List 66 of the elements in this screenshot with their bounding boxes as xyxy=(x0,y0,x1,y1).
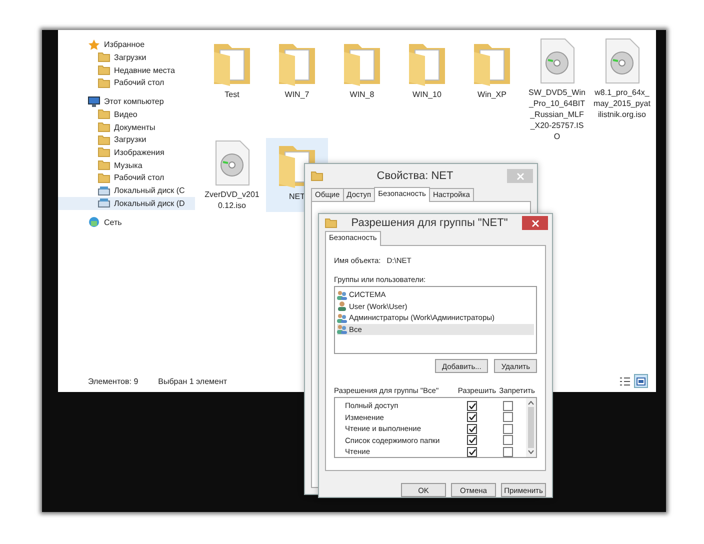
file-item[interactable]: ZverDVD_v2010.12.iso xyxy=(201,138,263,240)
users-icon xyxy=(337,324,347,334)
sidebar-item[interactable]: Рабочий стол xyxy=(58,76,195,90)
close-button[interactable] xyxy=(522,216,548,230)
sidebar-item[interactable]: Изображения xyxy=(58,146,195,159)
checkbox[interactable] xyxy=(503,424,513,434)
folder-icon xyxy=(98,52,110,62)
checkbox[interactable] xyxy=(467,400,477,411)
sidebar-item[interactable]: Загрузки xyxy=(58,51,195,64)
sidebar-item[interactable]: Этот компьютер xyxy=(88,95,195,108)
file-item[interactable]: WIN_10 xyxy=(396,36,458,138)
sidebar-item[interactable]: Загрузки xyxy=(58,133,195,146)
sidebar-item[interactable]: Недавние места xyxy=(58,64,195,76)
folder-icon xyxy=(98,172,110,183)
file-item[interactable]: WIN_8 xyxy=(331,36,393,138)
disc-file-icon xyxy=(539,38,575,84)
checkbox[interactable] xyxy=(467,446,477,457)
checkbox[interactable] xyxy=(503,446,513,457)
sidebar-item[interactable]: Документы xyxy=(58,120,195,134)
item-count: Элементов: 9 xyxy=(88,376,138,386)
folder-icon xyxy=(98,122,110,132)
disc-file-icon xyxy=(604,38,640,84)
dialog-title: Свойства: NET xyxy=(376,170,454,182)
checkbox[interactable] xyxy=(503,435,513,446)
sidebar-item[interactable]: Сеть xyxy=(88,216,195,229)
sidebar-item[interactable]: Локальный диск (C xyxy=(58,184,195,197)
folder-icon xyxy=(98,78,110,88)
large-icons-view-button[interactable] xyxy=(634,374,648,388)
file-item[interactable]: Test xyxy=(201,36,263,138)
users-icon xyxy=(337,312,347,323)
file-item[interactable]: WIN_7 xyxy=(266,36,328,138)
checkbox[interactable] xyxy=(467,412,477,422)
folder-icon xyxy=(98,160,110,170)
scrollbar-thumb[interactable] xyxy=(528,407,534,448)
sidebar-item[interactable]: Видео xyxy=(58,108,195,121)
star-icon xyxy=(88,38,100,50)
folder-icon xyxy=(98,109,110,120)
drive-icon xyxy=(98,186,110,196)
scrollbar[interactable] xyxy=(526,398,536,457)
checkbox[interactable] xyxy=(503,400,513,411)
dialog-title: Разрешения для группы "NET" xyxy=(350,217,509,229)
file-item[interactable]: w8.1_pro_64x_may_2015_pyatilistnik.org.iso xyxy=(591,36,653,138)
computer-icon xyxy=(88,96,100,108)
sidebar-item[interactable]: Избранное xyxy=(88,38,195,51)
checkbox[interactable] xyxy=(503,412,513,422)
checkbox[interactable] xyxy=(467,424,477,434)
sidebar-item[interactable]: Локальный диск (D xyxy=(58,196,195,210)
checkbox[interactable] xyxy=(467,435,477,446)
folder-icon xyxy=(98,65,110,76)
users-icon xyxy=(337,290,347,300)
file-item[interactable]: Win_XP xyxy=(461,36,523,138)
folder-icon xyxy=(325,218,337,228)
selection-status: Выбран 1 элемент xyxy=(158,376,228,386)
sidebar-item[interactable]: Рабочий стол xyxy=(58,172,195,184)
close-icon xyxy=(532,220,538,226)
tiles-icon xyxy=(636,376,646,386)
list-icon xyxy=(620,376,630,386)
file-item[interactable]: SW_DVD5_Win_Pro_10_64BIT_Russian_MLF_X20-25757.ISO xyxy=(526,36,588,138)
disc-file-icon xyxy=(214,140,250,186)
user-icon xyxy=(337,301,347,312)
drive-icon xyxy=(98,198,110,208)
folder-icon xyxy=(98,134,110,145)
sidebar-item[interactable]: Музыка xyxy=(58,158,195,172)
network-icon xyxy=(88,216,100,228)
folder-icon xyxy=(98,147,110,158)
close-icon xyxy=(516,172,524,180)
